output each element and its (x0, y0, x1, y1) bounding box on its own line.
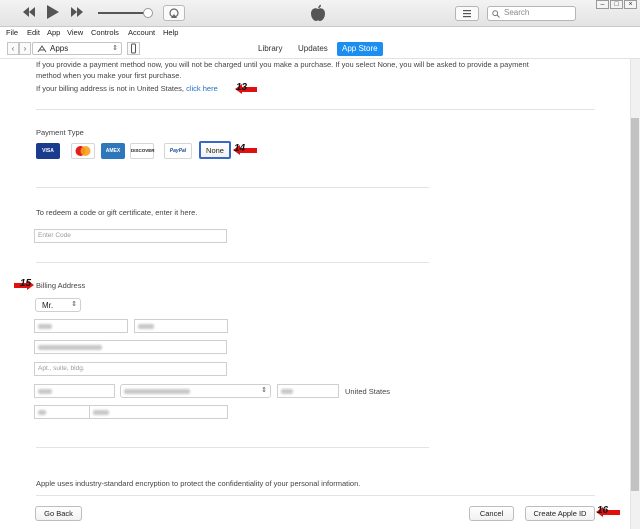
annotation-14: 14 (234, 143, 246, 154)
scrollbar-thumb[interactable] (631, 118, 639, 491)
state-select[interactable]: ⇕ (120, 384, 271, 398)
search-placeholder: Search (504, 8, 530, 17)
blurred-text (38, 345, 102, 350)
menu-bar: File Edit App View Controls Account Help (0, 27, 640, 40)
tab-app-store[interactable]: App Store (337, 42, 383, 56)
billing-country-note-text: If your billing address is not in United… (36, 84, 184, 93)
menu-controls[interactable]: Controls (91, 28, 119, 37)
airplay-button[interactable] (163, 5, 185, 21)
list-view-button[interactable] (455, 6, 479, 21)
blurred-text (281, 389, 293, 394)
maximize-button[interactable]: □ (610, 0, 623, 9)
chevron-updown-icon: ⇕ (71, 301, 77, 308)
payment-note-line2: method when you make your first purchase… (36, 71, 182, 80)
apps-icon (37, 45, 47, 53)
close-button[interactable]: × (624, 0, 637, 9)
apple-icon (311, 4, 325, 21)
media-source-label: Apps (50, 44, 69, 53)
chevron-updown-icon: ⇕ (112, 45, 118, 52)
payment-type-label: Payment Type (36, 128, 84, 137)
play-icon[interactable] (46, 4, 60, 20)
apple-logo (310, 4, 326, 24)
apartment-input[interactable]: Apt., suite, bldg. (34, 362, 227, 376)
search-field[interactable]: Search (487, 6, 576, 21)
forward-button[interactable]: › (19, 42, 31, 55)
navigation-bar: ‹ › Apps ⇕ Library Updates App Store (0, 40, 640, 59)
phone-area-code-input[interactable] (34, 405, 90, 419)
blurred-text (124, 389, 190, 394)
apartment-placeholder: Apt., suite, bldg. (38, 365, 85, 372)
menu-file[interactable]: File (6, 28, 18, 37)
device-button[interactable] (127, 42, 140, 55)
phone-icon (131, 43, 136, 54)
tab-updates[interactable]: Updates (293, 42, 333, 56)
menu-help[interactable]: Help (163, 28, 178, 37)
chevron-updown-icon: ⇕ (261, 387, 267, 394)
create-apple-id-button[interactable]: Create Apple ID (525, 506, 595, 521)
menu-edit[interactable]: Edit (27, 28, 40, 37)
billing-address-label: Billing Address (36, 281, 86, 290)
redeem-label: To redeem a code or gift certificate, en… (36, 208, 198, 217)
fast-forward-icon[interactable] (70, 6, 84, 18)
list-icon (463, 10, 471, 18)
divider (36, 447, 429, 448)
media-source-select[interactable]: Apps ⇕ (32, 42, 122, 55)
blurred-text (93, 410, 109, 415)
volume-knob[interactable] (143, 8, 153, 18)
zip-code-input[interactable] (277, 384, 339, 398)
billing-country-link[interactable]: click here (186, 84, 218, 93)
menu-account[interactable]: Account (128, 28, 155, 37)
mastercard-option[interactable] (71, 143, 95, 159)
security-note: Apple uses industry-standard encryption … (36, 479, 361, 488)
redeem-code-input[interactable]: Enter Code (34, 229, 227, 243)
divider (36, 109, 595, 110)
blurred-text (38, 389, 52, 394)
street-address-input[interactable] (34, 340, 227, 354)
go-back-button[interactable]: Go Back (35, 506, 82, 521)
menu-app[interactable]: App (47, 28, 60, 37)
amex-card-option[interactable]: AMEX (101, 143, 125, 159)
redeem-code-placeholder: Enter Code (38, 232, 71, 239)
divider (36, 495, 595, 496)
tab-library[interactable]: Library (253, 42, 287, 56)
annotation-16: 16 (597, 505, 609, 516)
discover-card-option[interactable]: DISCOVER (130, 143, 155, 159)
rewind-icon[interactable] (22, 6, 36, 18)
blurred-text (38, 324, 52, 329)
minimize-button[interactable]: – (596, 0, 609, 9)
back-button[interactable]: ‹ (7, 42, 19, 55)
payment-note-line1: If you provide a payment method now, you… (36, 60, 529, 69)
divider (36, 262, 429, 263)
blurred-text (138, 324, 154, 329)
billing-country-note: If your billing address is not in United… (36, 84, 218, 93)
blurred-text (38, 410, 46, 415)
paypal-option[interactable]: PayPal (164, 143, 192, 159)
search-icon (492, 10, 500, 18)
annotation-15: 15 (20, 278, 32, 289)
visa-card-option[interactable]: VISA (36, 143, 60, 159)
mastercard-icon (75, 146, 91, 156)
cancel-button[interactable]: Cancel (469, 506, 514, 521)
first-name-input[interactable] (34, 319, 128, 333)
country-label: United States (345, 387, 391, 396)
last-name-input[interactable] (134, 319, 228, 333)
city-input[interactable] (34, 384, 115, 398)
none-payment-option[interactable]: None (199, 141, 231, 159)
salutation-select[interactable]: Mr. ⇕ (35, 298, 81, 312)
phone-number-input[interactable] (89, 405, 228, 419)
title-bar: Search – □ × (0, 0, 640, 27)
menu-view[interactable]: View (67, 28, 83, 37)
annotation-13: 13 (236, 82, 248, 93)
divider (36, 187, 429, 188)
airplay-icon (169, 8, 179, 18)
salutation-value: Mr. (42, 301, 54, 310)
